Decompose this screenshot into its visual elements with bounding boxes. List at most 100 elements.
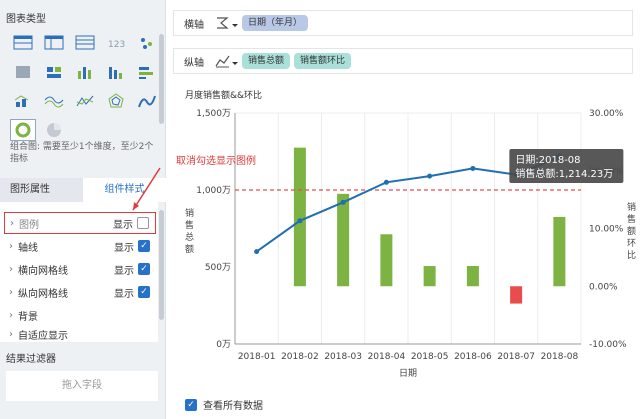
axis-line-checkbox[interactable]: ✓ [138,240,150,252]
combo-chart: 0万500万1,000万1,500万-10.00%0.00%10.00%20.0… [185,109,636,379]
y-tick-label: 0万 [216,340,231,350]
x-tick-label: 2018-06 [454,352,492,362]
view-all-checkbox[interactable]: ✓ [185,398,197,411]
x-tick-label: 2018-04 [368,352,406,362]
legend-label: 图例 [19,219,39,231]
axis-line-row[interactable]: › 轴线 显示 ✓ [4,235,156,257]
y2-axis-title-char: 额 [627,225,636,237]
property-tabs: 图形属性 组件样式 [0,178,166,202]
y2-axis-title-char: 环 [627,238,636,249]
x-field-pill[interactable]: 日期（年月） [242,15,309,31]
style-scrollbar[interactable] [159,210,164,320]
cross-table-icon[interactable] [41,32,67,54]
tab-component-style[interactable]: 组件样式 [83,178,166,202]
x-tick-label: 2018-05 [411,352,449,362]
y2-axis-title-char: 比 [627,249,636,261]
legend-show-text: 显示 [113,219,133,231]
tooltip-line-date: 日期:2018-08 [515,154,580,166]
bar [293,147,306,287]
background-row[interactable]: › 背景 [4,304,156,326]
detail-table-icon[interactable] [72,32,98,54]
line-point [383,179,389,185]
h-grid-checkbox[interactable]: ✓ [138,263,150,275]
heat-map-icon[interactable] [10,61,36,83]
view-all-label: 查看所有数据 [203,401,263,412]
y-tick-label: 1,000万 [196,186,231,196]
result-filter-title: 结果过滤器 [6,354,56,365]
view-all-data[interactable]: ✓ 查看所有数据 [185,397,263,412]
v-grid-row[interactable]: › 纵向网格线 显示 ✓ [4,281,156,303]
y-axis-title-char: 总 [185,231,194,243]
y2-axis-title-char: 销 [627,201,636,213]
tooltip-line-sales: 销售总额:1,214.23万 [515,167,613,180]
line-point [297,218,303,224]
bar-chart-icon[interactable] [72,61,98,83]
v-grid-show-text: 显示 [114,288,134,300]
y-tick-label: 1,500万 [196,109,231,119]
v-grid-label: 纵向网格线 [18,288,68,300]
multi-table-icon[interactable] [41,61,67,83]
table-icon[interactable] [10,32,36,54]
chevron-right-icon: › [9,309,13,321]
y-axis-title-char: 销 [185,207,194,219]
filter-drop-zone[interactable]: 拖入字段 [6,371,158,401]
chevron-right-icon: › [9,263,13,275]
svg-text:123: 123 [108,40,125,50]
adaptive-row[interactable]: › 自适应显示 [4,326,156,342]
scatter-map-icon[interactable] [134,32,160,54]
x-tick-label: 2018-08 [541,352,579,362]
chevron-right-icon: › [9,328,13,340]
scatter-chart-icon[interactable] [134,90,160,112]
chart-hint: 组合图: 需要至少1个维度，至少2个指标 [10,142,154,164]
ring-chart-icon[interactable] [72,90,98,112]
pie-chart-icon[interactable] [41,119,67,141]
y-axis-label: 纵轴 [184,57,204,69]
h-grid-row[interactable]: › 横向网格线 显示 ✓ [4,258,156,280]
radar-chart-icon[interactable] [41,90,67,112]
bar [466,266,479,287]
y2-tick-label: 0.00% [589,282,618,292]
y-field-pill-sales[interactable]: 销售总额 [242,53,291,69]
y-axis-bar: 纵轴 销售总额 销售额环比 [173,48,633,74]
bar [553,216,566,287]
y-field-pill-ratio[interactable]: 销售额环比 [294,53,352,69]
number-card-icon[interactable]: 123 [103,32,129,54]
x-axis-bar: 横轴 日期（年月） [173,10,633,36]
column-compare-icon[interactable] [103,61,129,83]
adaptive-label: 自适应显示 [18,330,68,342]
axis-line-label: 轴线 [18,242,38,254]
chart-type-dropdown-icon[interactable] [214,53,242,69]
bar [423,266,436,287]
x-tick-label: 2018-03 [324,352,362,362]
legend-row[interactable]: › 图例 显示 [4,212,156,234]
pie-breakdown-icon[interactable] [10,119,36,141]
y2-axis-title-char: 售 [627,213,636,225]
h-grid-show-text: 显示 [114,265,134,277]
main-area: 横轴 日期（年月） 纵轴 销售总额 销售额环比 月度销售额&&环比 0万 500万… [167,0,640,419]
legend-show-checkbox[interactable] [137,217,149,229]
axis-line-show-text: 显示 [114,242,134,254]
h-grid-label: 横向网格线 [18,265,68,277]
chevron-right-icon: › [10,217,14,229]
tab-graph-properties[interactable]: 图形属性 [10,178,50,202]
v-grid-checkbox[interactable]: ✓ [138,286,150,298]
style-property-list: › 图例 显示 › 轴线 显示 ✓ › 横向网格线 显示 ✓ › 纵向网格线 显… [0,202,158,342]
axis-type-icon[interactable] [214,15,242,31]
y-axis-title-char: 售 [185,219,194,231]
chart-type-scrollbar[interactable] [159,34,164,124]
line-chart-icon[interactable] [10,90,36,112]
line-point [254,249,260,255]
left-panel: 图表类型 123 组合图: 需要至少1个维度，至少2个指标 图形属性 组件样式 … [0,0,166,419]
bar [510,286,523,304]
bar [337,193,350,287]
y-axis-title-char: 额 [185,243,194,255]
y-tick-label: 500万 [205,263,231,273]
stacked-bar-icon[interactable] [134,61,160,83]
combo-chart-icon[interactable] [103,90,129,112]
x-axis-label: 横轴 [184,19,204,31]
y2-tick-label: 10.00% [589,225,624,235]
annotation-text: 取消勾选显示图例 [176,156,256,167]
y2-tick-label: 30.00% [589,109,624,119]
x-axis-title: 日期 [399,368,417,379]
line-point [427,173,433,179]
